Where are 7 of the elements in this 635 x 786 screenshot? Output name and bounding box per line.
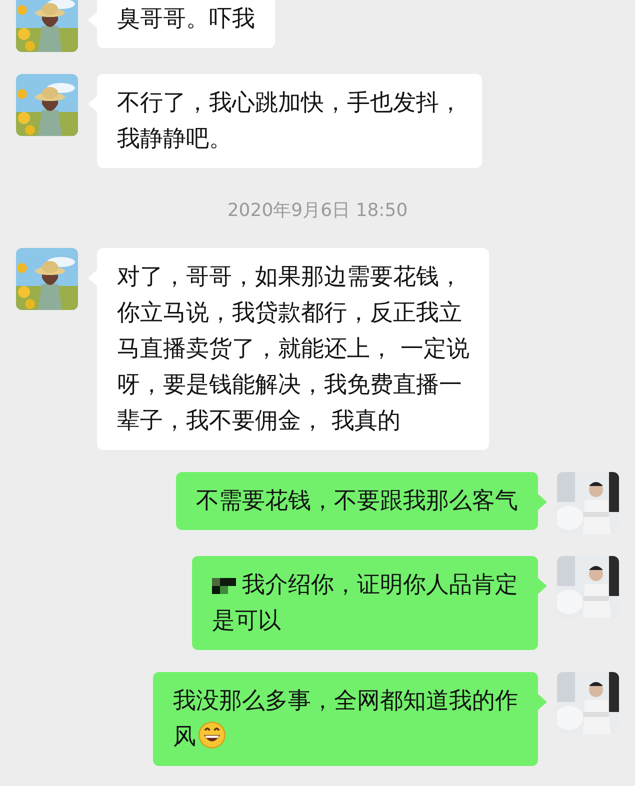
message-text: 我介绍你，证明你人品肯定 是可以 — [212, 571, 518, 636]
message-text: 我没那么多事，全网都知道我的作 风 — [173, 688, 518, 750]
message-text: 对了，哥哥，如果那边需要花钱， 你立马说，我贷款都行，反正我立 马直播卖货了，就能还上， 一定说 呀，要是钱能解决，我免费直播一 辈子，我不要佣金， 我真的 — [117, 264, 470, 434]
message-text: 不行了，我心跳加快，手也发抖， 我静静吧。 — [117, 90, 462, 152]
timestamp: 2020年9月6日 18:50 — [227, 199, 408, 222]
message-text: 臭哥哥。吓我 — [117, 6, 255, 32]
message-text: 不需要花钱，不要跟我那么客气 — [196, 488, 518, 514]
